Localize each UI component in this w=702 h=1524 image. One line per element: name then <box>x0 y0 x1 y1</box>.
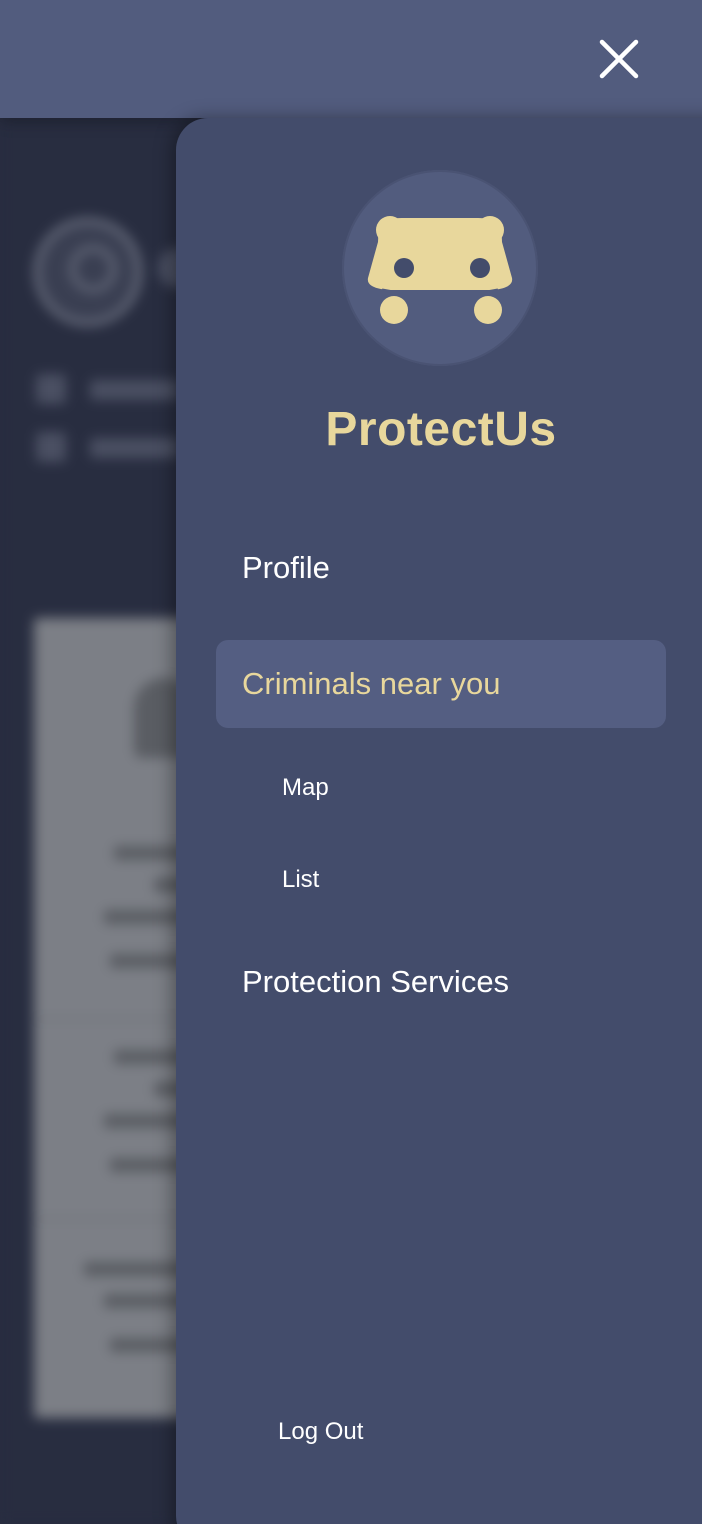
top-bar <box>0 0 702 118</box>
app-logo <box>342 170 538 366</box>
nav-item-criminals-near-you[interactable]: Criminals near you <box>216 640 666 728</box>
hippo-logo-icon <box>367 216 513 324</box>
nav-item-map[interactable]: Map <box>282 774 329 802</box>
navigation-drawer: ProtectUs Profile Criminals near you Map… <box>176 118 702 1524</box>
app-brand-title: ProtectUs <box>325 403 557 456</box>
close-icon <box>599 39 639 79</box>
nav-item-profile[interactable]: Profile <box>242 550 330 586</box>
close-button[interactable] <box>594 34 644 84</box>
background-avatar <box>34 218 142 326</box>
nav-item-list[interactable]: List <box>282 866 319 894</box>
nav-item-label: Criminals near you <box>242 666 501 701</box>
logout-button[interactable]: Log Out <box>278 1418 363 1446</box>
nav-item-protection-services[interactable]: Protection Services <box>242 964 509 1000</box>
